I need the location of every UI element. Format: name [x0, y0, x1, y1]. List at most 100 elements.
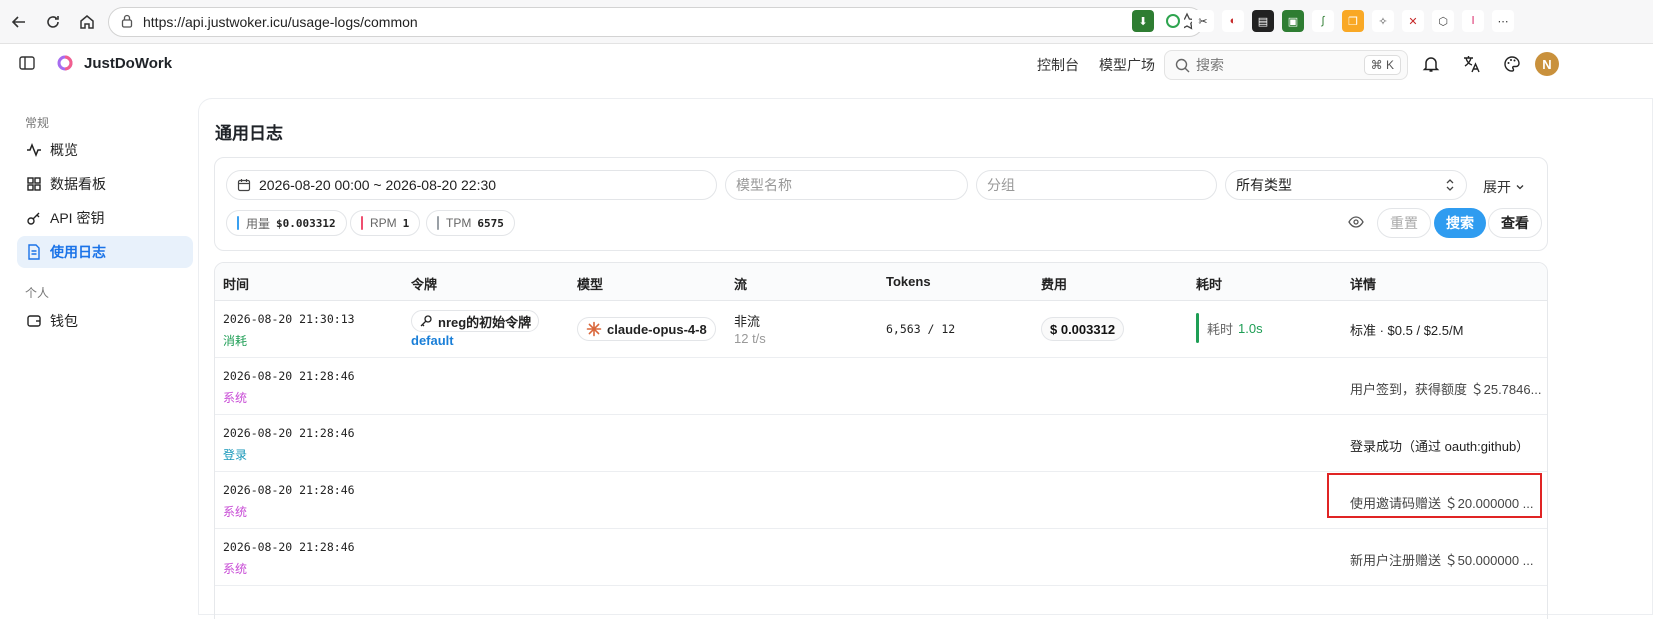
calendar-icon	[237, 178, 251, 192]
select-chevron-icon	[1444, 178, 1456, 192]
bell-icon[interactable]	[1420, 53, 1442, 75]
rpm-stat-chip: RPM 1	[350, 210, 421, 236]
copy-extension-icon[interactable]: ❐	[1342, 10, 1364, 32]
log-type-select[interactable]: 所有类型	[1225, 170, 1467, 200]
expand-filters-button[interactable]: 展开	[1483, 177, 1525, 197]
nav-model-market-link[interactable]: 模型广场	[1099, 55, 1155, 75]
palette-icon[interactable]	[1501, 53, 1523, 75]
tokens-value: 6,563 / 12	[886, 322, 956, 336]
token-name: nreg的初始令牌	[438, 314, 532, 330]
row-type-tag: 系统	[223, 562, 248, 576]
activity-icon	[25, 141, 43, 159]
reset-button[interactable]: 重置	[1377, 208, 1431, 238]
sidebar-item-wallet[interactable]: 钱包	[17, 305, 193, 337]
model-chip[interactable]: claude-opus-4-8	[577, 317, 716, 341]
translate-icon[interactable]	[1461, 53, 1483, 75]
usage-stat-bar	[237, 216, 239, 230]
home-icon[interactable]	[72, 7, 102, 37]
sidebar-item-dashboard[interactable]: 数据看板	[17, 168, 193, 200]
group-link[interactable]: default	[411, 333, 454, 348]
column-stream: 流	[734, 277, 748, 292]
row-detail[interactable]: 用户签到，获得额度 ＄25.7846...	[1350, 379, 1541, 398]
reload-icon[interactable]	[38, 7, 68, 37]
group-placeholder: 分组	[987, 177, 1015, 193]
nav-console-link[interactable]: 控制台	[1037, 55, 1079, 75]
figure-extension-icon[interactable]: ǀ	[1462, 10, 1484, 32]
sidebar-item-usage-logs[interactable]: 使用日志	[17, 236, 193, 268]
date-range-value: 2026-08-20 00:00 ~ 2026-08-20 22:30	[259, 177, 497, 193]
column-duration: 耗时	[1196, 277, 1223, 292]
user-avatar[interactable]: N	[1535, 52, 1559, 76]
tpm-stat-chip: TPM 6575	[426, 210, 515, 236]
column-tokens: Tokens	[886, 274, 931, 289]
duration-value: 1.0s	[1238, 320, 1263, 336]
page-title: 通用日志	[215, 124, 283, 143]
brand-name[interactable]: JustDoWork	[84, 55, 172, 72]
group-input[interactable]: 分组	[976, 170, 1217, 200]
cost-chip: $ 0.003312	[1041, 317, 1125, 341]
rpm-stat-value: 1	[402, 216, 410, 230]
search-button[interactable]: 搜索	[1434, 208, 1486, 238]
row-time: 2026-08-20 21:28:46	[223, 483, 355, 497]
usage-stat-chip: 用量 $0.003312	[226, 210, 347, 236]
row-time: 2026-08-20 21:30:13	[223, 312, 355, 326]
row-type-tag: 登录	[223, 448, 248, 462]
menu-icon[interactable]: ⋯	[1492, 10, 1514, 32]
row-detail[interactable]: 登录成功（通过 oauth:github）	[1350, 436, 1529, 455]
sidebar-item-api-keys[interactable]: API 密钥	[17, 202, 193, 234]
model-name-input[interactable]: 模型名称	[725, 170, 968, 200]
highlight-box	[1327, 473, 1542, 518]
view-button[interactable]: 查看	[1488, 208, 1542, 238]
sidebar-item-overview[interactable]: 概览	[17, 134, 193, 166]
sidebar-item-label: 钱包	[50, 313, 78, 329]
table-row[interactable]: 2026-08-20 21:28:46 系统 新用户注册赠送 ＄50.00000…	[215, 529, 1547, 586]
column-token: 令牌	[411, 277, 438, 292]
rpm-stat-label: RPM	[370, 216, 397, 230]
duration-bar	[1196, 313, 1199, 343]
main-panel: 通用日志 2026-08-20 00:00 ~ 2026-08-20 22:30…	[198, 98, 1653, 619]
row-detail[interactable]: 新用户注册赠送 ＄50.000000 ...	[1350, 550, 1534, 569]
tpm-stat-label: TPM	[446, 216, 472, 230]
row-time: 2026-08-20 21:28:46	[223, 426, 355, 440]
extension-icons: ⬇ ✂ ◐ ▤ ▣ ∫ ❐ ✧ ✕ ⬡ ǀ ⋯	[1132, 10, 1514, 32]
address-bar[interactable]: https://api.justwoker.icu/usage-logs/com…	[108, 7, 1204, 37]
sidebar-item-label: API 密钥	[50, 210, 105, 226]
row-type-tag: 系统	[223, 505, 248, 519]
grid-extension-icon[interactable]: ▣	[1282, 10, 1304, 32]
spark-extension-icon[interactable]: ✧	[1372, 10, 1394, 32]
row-detail[interactable]: 标准 · $0.5 / $2.5/M	[1350, 320, 1463, 339]
back-icon[interactable]	[4, 7, 34, 37]
table-row[interactable]: 2026-08-20 21:28:46 系统 用户签到，获得额度 ＄25.784…	[215, 358, 1547, 415]
stream-speed: 12 t/s	[734, 331, 766, 346]
wallet-icon	[25, 312, 43, 330]
brand-logo-icon	[56, 54, 74, 75]
usage-stat-value: $0.003312	[276, 216, 336, 230]
app-header: JustDoWork 控制台 模型广场 搜索 ⌘ K N	[0, 44, 1653, 84]
circle-extension-icon[interactable]	[1162, 10, 1184, 32]
sidebar-section-general: 常规	[25, 116, 50, 130]
search-shortcut: ⌘ K	[1363, 55, 1401, 75]
sidebar-toggle-icon[interactable]	[18, 54, 36, 75]
eye-icon[interactable]	[1348, 215, 1364, 232]
scissors-extension-icon[interactable]: ✂	[1192, 10, 1214, 32]
table-row[interactable]: 2026-08-20 21:28:46 登录 登录成功（通过 oauth:git…	[215, 415, 1547, 472]
filter-card: 2026-08-20 00:00 ~ 2026-08-20 22:30 模型名称…	[214, 157, 1548, 251]
puzzle-extension-icon[interactable]: ⬡	[1432, 10, 1454, 32]
pen-extension-icon[interactable]: ∫	[1312, 10, 1334, 32]
chevron-down-icon	[1515, 182, 1525, 192]
column-time: 时间	[223, 277, 250, 292]
table-row[interactable]: 2026-08-20 21:30:13 消耗 nreg的初始令牌 default…	[215, 301, 1547, 358]
dashboard-icon	[25, 175, 43, 193]
global-search-input[interactable]: 搜索 ⌘ K	[1164, 50, 1408, 80]
token-chip[interactable]: nreg的初始令牌	[411, 310, 540, 332]
notes-extension-icon[interactable]: ▤	[1252, 10, 1274, 32]
document-icon	[25, 243, 43, 261]
column-detail: 详情	[1350, 277, 1377, 292]
mouse-extension-icon[interactable]: ◐	[1222, 10, 1244, 32]
date-range-input[interactable]: 2026-08-20 00:00 ~ 2026-08-20 22:30	[226, 170, 717, 200]
model-name: claude-opus-4-8	[607, 321, 707, 337]
download-extension-icon[interactable]: ⬇	[1132, 10, 1154, 32]
row-time: 2026-08-20 21:28:46	[223, 540, 355, 554]
sidebar: 常规 概览 数据看板 API 密钥 使用日志 个人 钱包	[0, 84, 205, 619]
tools-extension-icon[interactable]: ✕	[1402, 10, 1424, 32]
